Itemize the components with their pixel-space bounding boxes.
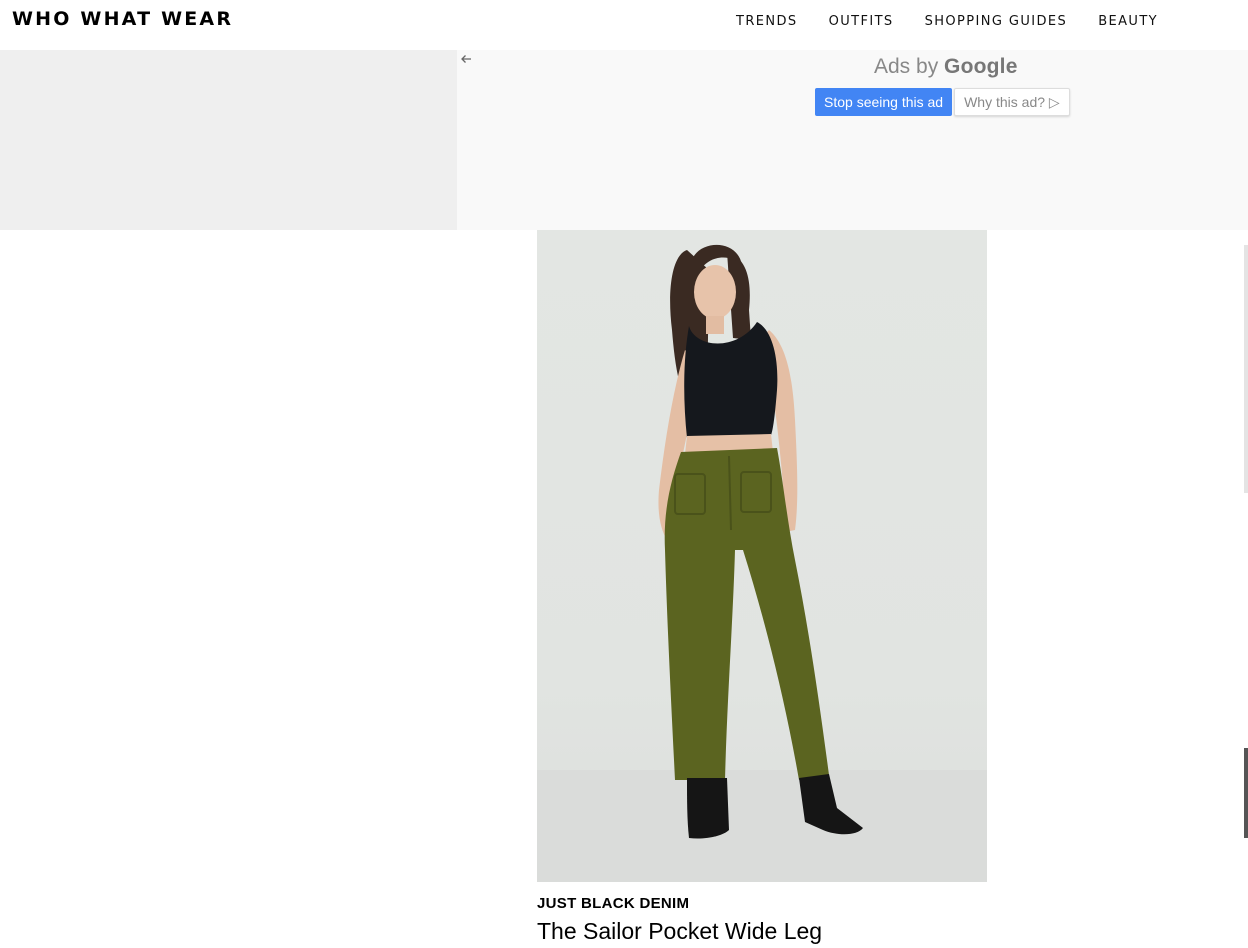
arrow-left-icon[interactable] <box>460 53 472 68</box>
ad-feedback-buttons: Stop seeing this ad Why this ad? ▷ <box>815 88 1070 116</box>
model-illustration <box>537 244 987 882</box>
ads-by-google-label: Ads by Google <box>874 55 1018 79</box>
main-nav: TRENDS OUTFITS SHOPPING GUIDES BEAUTY <box>736 14 1189 29</box>
nav-item-beauty[interactable]: BEAUTY <box>1098 14 1158 29</box>
site-logo[interactable]: WHO WHAT WEAR <box>12 8 233 30</box>
right-edge-panel <box>1244 245 1248 493</box>
ad-container: Ads by Google Stop seeing this ad Why th… <box>457 50 1248 230</box>
nav-item-outfits[interactable]: OUTFITS <box>829 14 894 29</box>
nav-item-trends[interactable]: TRENDS <box>736 14 798 29</box>
ads-by-prefix: Ads by <box>874 55 939 78</box>
ad-placeholder <box>0 50 457 230</box>
product-brand[interactable]: JUST BLACK DENIM <box>537 895 689 912</box>
stop-seeing-ad-button[interactable]: Stop seeing this ad <box>815 88 953 116</box>
product-image[interactable] <box>537 230 987 882</box>
right-edge-scrollbar[interactable] <box>1244 748 1248 838</box>
why-this-ad-button[interactable]: Why this ad? ▷ <box>954 88 1070 116</box>
product-name[interactable]: The Sailor Pocket Wide Leg <box>537 918 822 945</box>
google-wordmark: Google <box>944 55 1018 78</box>
nav-item-shopping-guides[interactable]: SHOPPING GUIDES <box>925 14 1068 29</box>
site-header: WHO WHAT WEAR TRENDS OUTFITS SHOPPING GU… <box>0 0 1248 50</box>
